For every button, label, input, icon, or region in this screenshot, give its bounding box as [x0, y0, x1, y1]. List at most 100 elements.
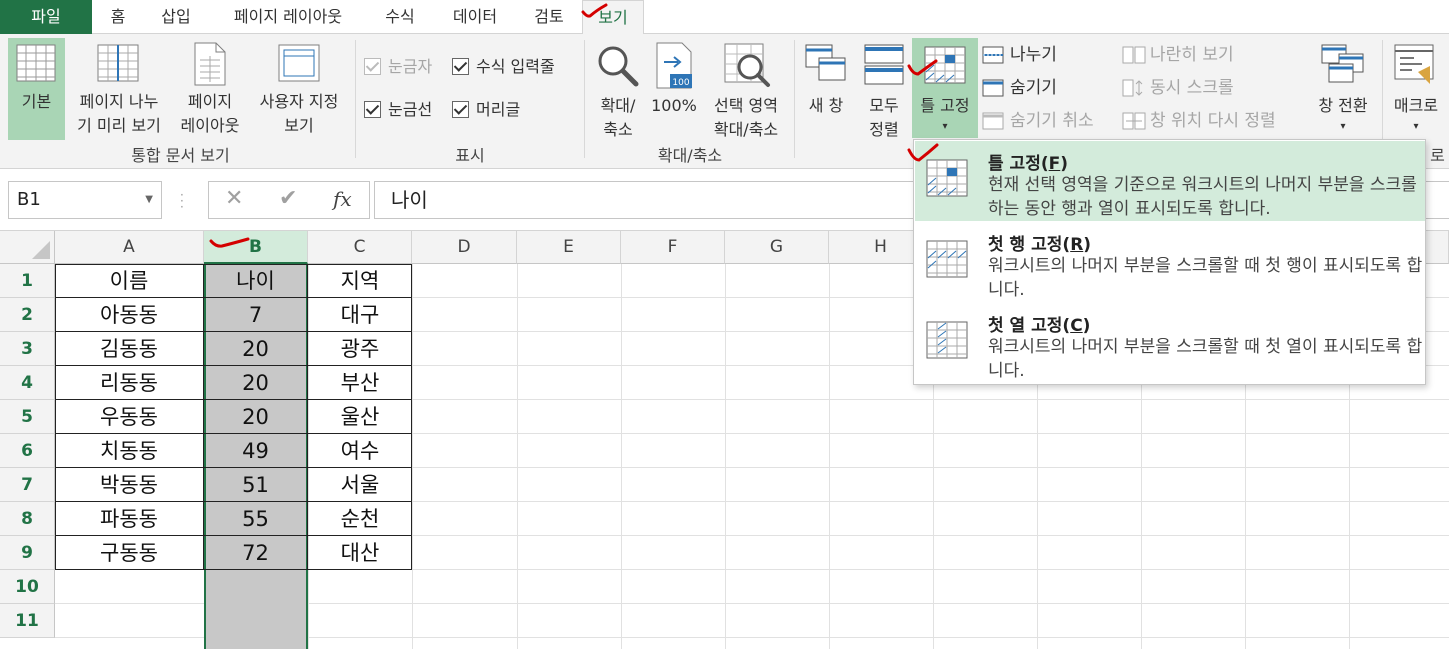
custom-views-button[interactable]: 사용자 지정 보기 [248, 38, 350, 140]
normal-view-label: 기본 [21, 92, 52, 111]
cell-a2[interactable]: 아동동 [55, 298, 204, 332]
cell-c6[interactable]: 여수 [308, 434, 412, 468]
cell-b7[interactable]: 51 [204, 468, 308, 502]
formula-bar-checkbox-box [452, 58, 469, 75]
select-all-corner[interactable] [0, 231, 55, 264]
cell-b3[interactable]: 20 [204, 332, 308, 366]
menu-item-freeze-panes[interactable]: 틀 고정(F) 현재 선택 영역을 기준으로 워크시트의 나머지 부분을 스크롤… [915, 141, 1425, 221]
tab-insert[interactable]: 삽입 [150, 0, 202, 34]
cell-c8[interactable]: 순천 [308, 502, 412, 536]
column-header-g[interactable]: G [725, 231, 829, 264]
cell-c1[interactable]: 지역 [308, 264, 412, 298]
synchronous-scrolling-button[interactable]: 동시 스크롤 [1122, 75, 1298, 101]
zoom-100-button[interactable]: 100 100% [648, 38, 700, 140]
row-header-2[interactable]: 2 [0, 298, 55, 332]
row-header-1[interactable]: 1 [0, 264, 55, 298]
row-header-8[interactable]: 8 [0, 502, 55, 536]
tab-home[interactable]: 홈 [96, 0, 140, 34]
page-layout-view-button[interactable]: 페이지 레이아웃 [172, 38, 248, 140]
unhide-window-icon [982, 112, 1004, 130]
name-box-dropdown-icon[interactable]: ▼ [145, 182, 153, 218]
cell-a1[interactable]: 이름 [55, 264, 204, 298]
column-header-d[interactable]: D [412, 231, 517, 264]
cell-b4[interactable]: 20 [204, 366, 308, 400]
cell-b9[interactable]: 72 [204, 536, 308, 570]
column-header-a[interactable]: A [55, 231, 204, 264]
row-header-3[interactable]: 3 [0, 332, 55, 366]
more-options-icon[interactable]: · · · [180, 189, 184, 213]
menu-item-freeze-first-column[interactable]: 첫 열 고정(C) 워크시트의 나머지 부분을 스크롤할 때 첫 열이 표시되도… [915, 303, 1425, 383]
cell-c3[interactable]: 광주 [308, 332, 412, 366]
page-break-preview-button[interactable]: 페이지 나누 기 미리 보기 [68, 38, 170, 140]
arrange-all-button[interactable]: 모두 정렬 [858, 38, 910, 140]
tab-view[interactable]: 보기 [582, 0, 644, 35]
hide-button[interactable]: 숨기기 [982, 75, 1112, 101]
name-box[interactable]: B1 ▼ [8, 181, 162, 219]
zoom-to-selection-button[interactable]: 선택 영역 확대/축소 [703, 38, 789, 140]
cell-a7[interactable]: 박동동 [55, 468, 204, 502]
sync-scroll-label: 동시 스크롤 [1150, 78, 1234, 98]
tab-formulas[interactable]: 수식 [372, 0, 428, 34]
macros-button[interactable]: 매크로 ▾ [1386, 38, 1446, 140]
arrange-all-label-1: 모두 [869, 96, 899, 115]
cell-b6[interactable]: 49 [204, 434, 308, 468]
cell-a4[interactable]: 리동동 [55, 366, 204, 400]
unhide-button[interactable]: 숨기기 취소 [982, 108, 1112, 134]
cell-c9[interactable]: 대산 [308, 536, 412, 570]
cell-c7[interactable]: 서울 [308, 468, 412, 502]
row-header-6[interactable]: 6 [0, 434, 55, 468]
column-header-f[interactable]: F [621, 231, 725, 264]
row-header-11[interactable]: 11 [0, 604, 55, 638]
enter-icon[interactable]: ✔ [279, 186, 297, 211]
magnifier-icon [598, 46, 639, 87]
row-header-10[interactable]: 10 [0, 570, 55, 604]
split-button[interactable]: 나누기 [982, 42, 1112, 68]
tab-page-layout[interactable]: 페이지 레이아웃 [214, 0, 362, 34]
cell-a8[interactable]: 파동동 [55, 502, 204, 536]
cell-a5[interactable]: 우동동 [55, 400, 204, 434]
cell-b2[interactable]: 7 [204, 298, 308, 332]
normal-view-button[interactable]: 기본 [8, 38, 65, 140]
reset-window-position-button[interactable]: 창 위치 다시 정렬 [1122, 108, 1298, 134]
cell-b5[interactable]: 20 [204, 400, 308, 434]
freeze-panes-icon [924, 46, 966, 84]
tab-review[interactable]: 검토 [522, 0, 576, 34]
cell-c2[interactable]: 대구 [308, 298, 412, 332]
column-header-c[interactable]: C [308, 231, 412, 264]
column-header-e[interactable]: E [517, 231, 621, 264]
formula-bar-checkbox[interactable]: 수식 입력줄 [452, 56, 576, 78]
cell-c4[interactable]: 부산 [308, 366, 412, 400]
cell-c5[interactable]: 울산 [308, 400, 412, 434]
switch-windows-button[interactable]: 창 전환 ▾ [1310, 38, 1376, 140]
insert-function-icon[interactable]: fx [333, 187, 352, 211]
cancel-icon[interactable]: ✕ [225, 186, 243, 211]
ruler-label: 눈금자 [388, 57, 433, 76]
cell-a3[interactable]: 김동동 [55, 332, 204, 366]
tab-file[interactable]: 파일 [0, 0, 92, 34]
freeze-panes-button[interactable]: 틀 고정 ▾ [912, 38, 978, 138]
gridlines-checkbox[interactable]: 눈금선 [364, 99, 446, 121]
arrange-all-label-2: 정렬 [869, 120, 899, 139]
name-box-value: B1 [17, 189, 41, 210]
cell-b8[interactable]: 55 [204, 502, 308, 536]
cell-a6[interactable]: 치동동 [55, 434, 204, 468]
group-separator [584, 40, 585, 158]
row-header-7[interactable]: 7 [0, 468, 55, 502]
zoom-button[interactable]: 확대/ 축소 [590, 38, 646, 140]
view-side-by-side-button[interactable]: 나란히 보기 [1122, 42, 1298, 68]
ruler-checkbox[interactable]: 눈금자 [364, 56, 446, 78]
row-header-9[interactable]: 9 [0, 536, 55, 570]
menu-item-freeze-top-row[interactable]: 첫 행 고정(R) 워크시트의 나머지 부분을 스크롤할 때 첫 행이 표시되도… [915, 222, 1425, 302]
gridline-vertical [412, 264, 413, 649]
new-window-button[interactable]: 새 창 [800, 38, 852, 140]
row-header-4[interactable]: 4 [0, 366, 55, 400]
unhide-label: 숨기기 취소 [1010, 111, 1094, 131]
column-header-b[interactable]: B [204, 231, 308, 264]
macros-label: 매크로 [1393, 96, 1439, 115]
headings-checkbox[interactable]: 머리글 [452, 99, 542, 121]
tab-data[interactable]: 데이터 [440, 0, 510, 34]
cell-a9[interactable]: 구동동 [55, 536, 204, 570]
cell-b1[interactable]: 나이 [204, 264, 308, 298]
row-header-5[interactable]: 5 [0, 400, 55, 434]
page-break-label-2: 기 미리 보기 [77, 116, 161, 135]
